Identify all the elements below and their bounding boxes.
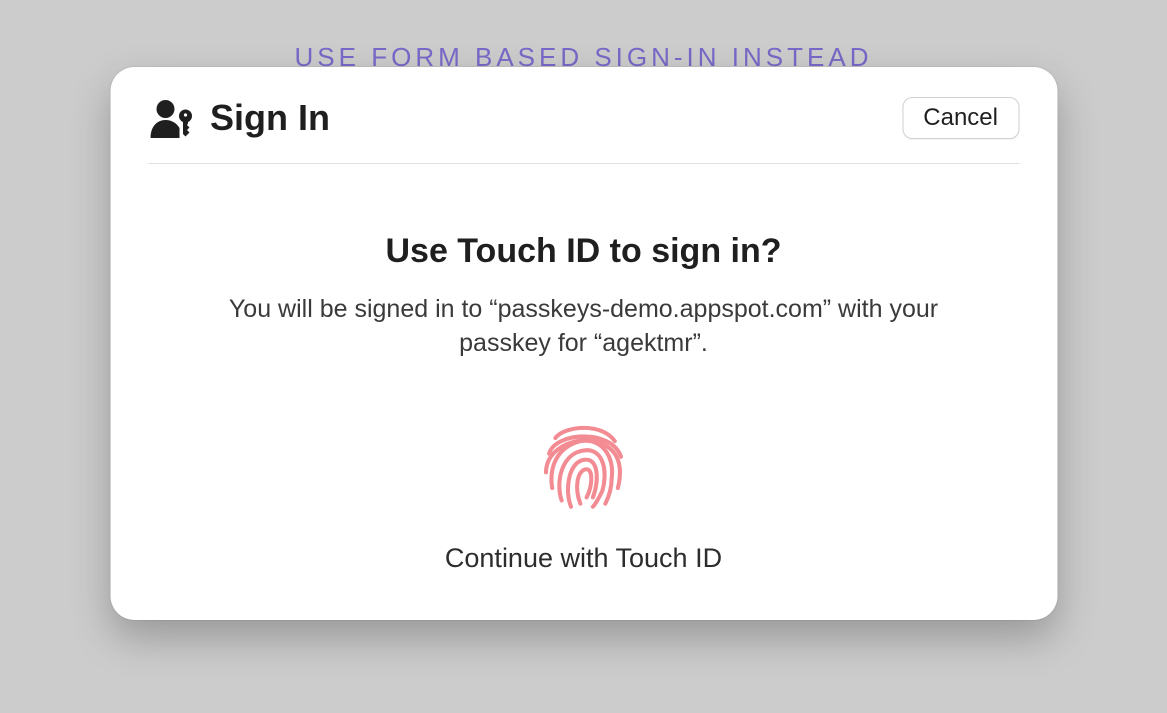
- touch-id-sensor[interactable]: [148, 413, 1019, 513]
- dialog-title: Sign In: [210, 97, 330, 139]
- dialog-header: Sign In Cancel: [148, 97, 1019, 164]
- cancel-button[interactable]: Cancel: [902, 97, 1019, 139]
- prompt-heading: Use Touch ID to sign in?: [148, 232, 1019, 271]
- dialog-title-group: Sign In: [148, 97, 330, 139]
- fingerprint-icon: [534, 413, 634, 513]
- passkey-icon: [148, 98, 200, 138]
- sign-in-dialog: Sign In Cancel Use Touch ID to sign in? …: [110, 67, 1057, 620]
- prompt-description: You will be signed in to “passkeys-demo.…: [204, 293, 964, 361]
- dialog-body: Use Touch ID to sign in? You will be sig…: [148, 164, 1019, 574]
- continue-with-touch-id-label: Continue with Touch ID: [148, 543, 1019, 574]
